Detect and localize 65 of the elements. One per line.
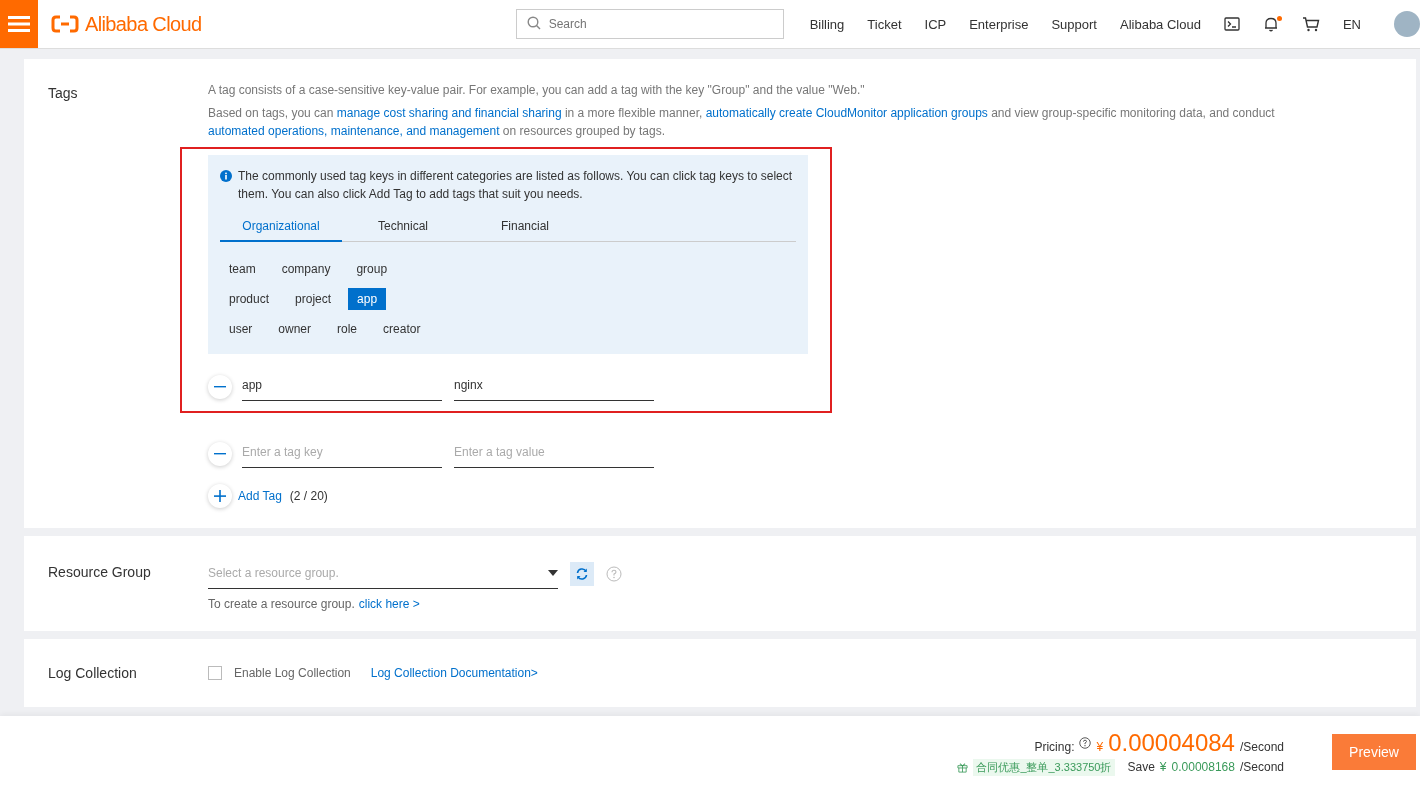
cart-icon[interactable] [1301,16,1320,32]
description-link[interactable]: automatically create CloudMonitor application groups [705,106,988,120]
checkbox-label: Enable Log Collection [234,666,351,680]
minus-icon [214,385,226,388]
minus-icon [214,452,226,455]
info-text: The commonly used tag keys in different categories are listed as follows. You can click tag keys to select them. You can also click Add Tag to add tags that suit you needs. [238,168,794,203]
discount-tag: 合同优惠_整单_3.333750折 [973,758,1115,776]
description-link[interactable]: manage cost sharing and financial sharing [336,106,562,120]
description-text: Based on tags, you can manage cost sharing and financial sharing in a more flexible manner, automatically create CloudMonitor application groups and view group-specific monitoring data, and conduct automated operations, maintenance, and management on resources grouped by tags. [208,105,1276,140]
refresh-icon [575,566,589,581]
currency-symbol: ¥ [1159,759,1167,774]
language-menu[interactable]: EN [1342,16,1361,32]
section-label: Log Collection [48,665,138,681]
tag-key-option[interactable]: creator [374,318,430,340]
tag-key-option[interactable]: project [286,288,341,310]
tag-key-option[interactable]: group [347,258,397,280]
avatar[interactable] [1394,11,1420,37]
menu-icon [7,15,30,33]
save-amount: 0.00008168 [1171,759,1235,774]
caret-icon [548,570,558,576]
save-unit: /Second [1239,759,1284,774]
nav-link[interactable]: Support [1051,16,1097,32]
create-group-link[interactable]: click here > [358,597,420,611]
tag-key-option[interactable]: owner [269,318,321,340]
plus-icon [214,490,226,502]
section-label: Resource Group [48,563,152,582]
gift-icon [957,761,969,773]
tag-key-option[interactable]: team [220,258,265,280]
add-icon-button[interactable] [208,484,232,508]
description-text: A tag consists of a case-sensitive key-value pair. For example, you can add a tag with the key "Group" and the value "Web." [208,82,866,99]
save-label: Save [1127,759,1155,774]
category-tab[interactable]: Technical [342,211,464,242]
price-amount: 0.00004084 [1108,728,1235,757]
nav-link[interactable]: Enterprise [969,16,1029,32]
help-icon[interactable] [1079,736,1092,749]
hint-text: To create a resource group. [208,597,355,611]
category-tab[interactable]: Financial [464,211,586,242]
search-field[interactable]: Search [515,9,784,39]
terminal-icon[interactable] [1223,17,1240,31]
pricing-label: Pricing: [1034,739,1075,754]
price-unit: /Second [1239,739,1284,754]
currency-symbol: ¥ [1096,739,1104,754]
category-tab[interactable]: Organizational [220,211,342,242]
tag-key-option[interactable]: role [328,318,367,340]
menu-button[interactable] [0,0,38,48]
bell-icon[interactable] [1262,16,1279,32]
info-icon [220,170,232,182]
brand-name: Alibaba Cloud [84,12,202,36]
nav-link[interactable]: Alibaba Cloud [1120,16,1201,32]
nav-link[interactable]: Billing [809,16,845,32]
refresh-button[interactable] [570,561,594,586]
checkbox[interactable] [208,666,222,680]
logo-icon [50,15,79,33]
nav-link[interactable]: Ticket [867,16,902,32]
section-label: Tags [48,84,79,103]
documentation-link[interactable]: Log Collection Documentation> [370,666,538,680]
description-link[interactable]: automated operations, maintenance, and management [208,124,500,138]
select-placeholder: Select a resource group. [208,566,339,580]
tag-key-option[interactable]: company [272,258,340,280]
tag-key-option[interactable]: user [220,318,262,340]
add-tag-link[interactable]: Add Tag [238,489,282,503]
nav-link[interactable]: ICP [924,16,947,32]
tag-key-option[interactable]: product [220,288,279,310]
tag-key-option[interactable]: app [348,288,387,310]
tag-count: (2 / 20) [289,489,328,503]
